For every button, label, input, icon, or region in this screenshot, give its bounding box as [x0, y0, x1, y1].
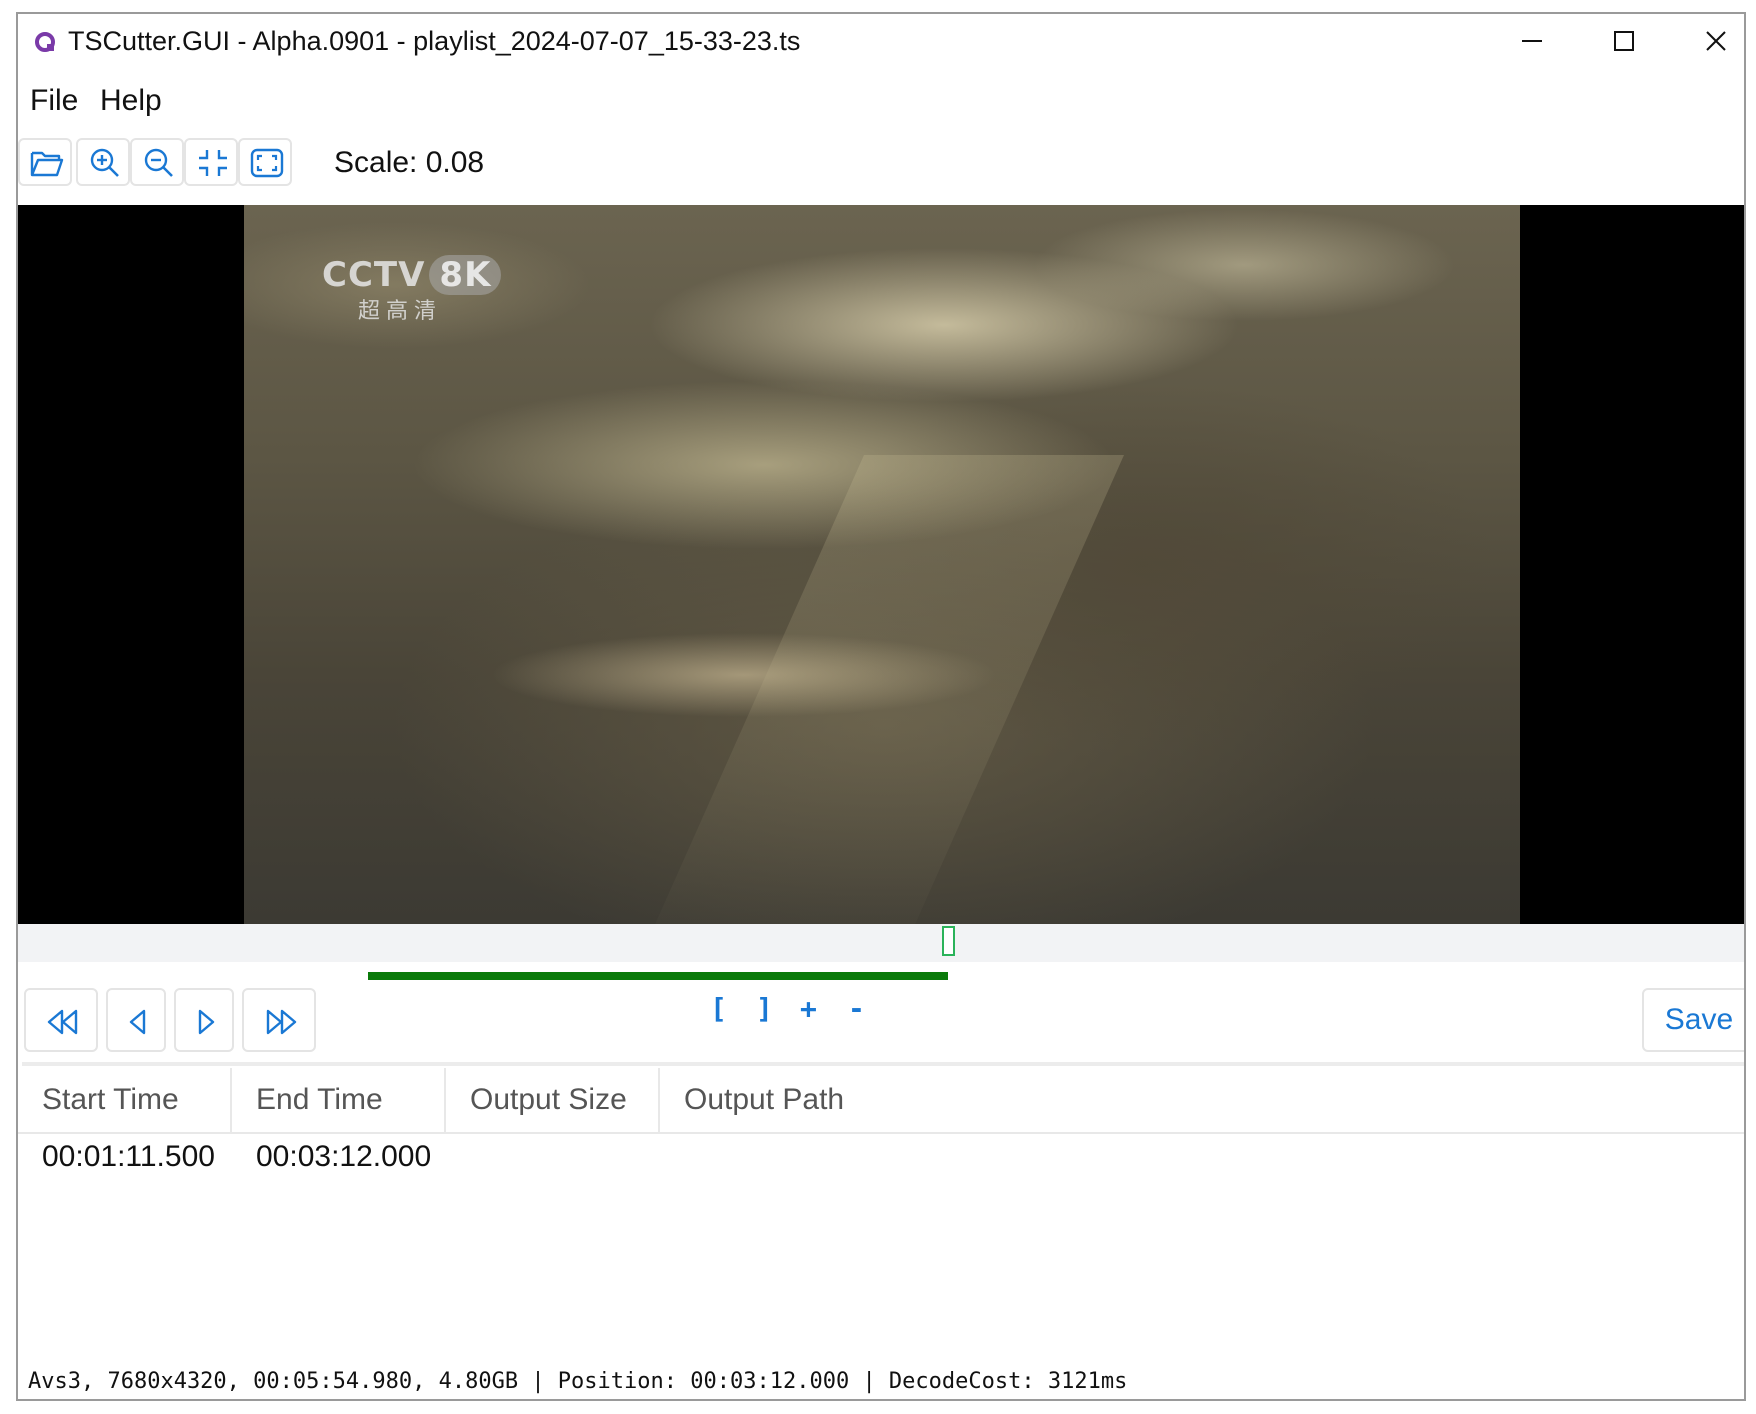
fit-to-window-button[interactable]: [184, 138, 238, 186]
app-window: TSCutter.GUI - Alpha.0901 - playlist_202…: [16, 12, 1746, 1401]
toolbar: Scale: 0.08: [18, 138, 1744, 198]
watermark-sub: 超高清: [358, 299, 443, 324]
light-ray: [632, 455, 1124, 924]
watermark-badge: 8K: [429, 255, 502, 295]
menu-help[interactable]: Help: [100, 84, 162, 118]
fast-rewind-icon: [47, 1009, 78, 1035]
maximize-button[interactable]: [1578, 14, 1670, 68]
cell-start-time: 00:01:11.500: [42, 1140, 215, 1173]
step-forward-icon: [198, 1009, 215, 1035]
close-button[interactable]: [1670, 14, 1744, 68]
step-forward-button[interactable]: [174, 988, 234, 1052]
scale-label: Scale: 0.08: [334, 146, 485, 179]
minimize-icon: [1522, 40, 1542, 42]
fullscreen-button[interactable]: [238, 138, 292, 186]
maximize-icon: [1614, 31, 1634, 51]
timeline-slider[interactable]: [18, 924, 1744, 962]
channel-watermark: CCTV 8K 超高清: [322, 255, 502, 325]
step-back-icon: [129, 1009, 146, 1035]
zoom-out-icon: [144, 148, 173, 177]
header-separator: [18, 1132, 1744, 1134]
title-bar[interactable]: TSCutter.GUI - Alpha.0901 - playlist_202…: [18, 14, 1744, 68]
fast-forward-icon: [266, 1009, 297, 1035]
status-bar: Avs3, 7680x4320, 00:05:54.980, 4.80GB | …: [28, 1369, 1128, 1394]
column-header-output-size[interactable]: Output Size: [446, 1068, 660, 1132]
column-header-output-path[interactable]: Output Path: [660, 1068, 1744, 1132]
zoom-in-button[interactable]: [76, 138, 130, 186]
timeline-playhead[interactable]: [942, 926, 956, 956]
folder-open-icon: [30, 151, 64, 177]
step-back-button[interactable]: [106, 988, 166, 1052]
zoom-out-button[interactable]: [130, 138, 184, 186]
video-preview[interactable]: CCTV 8K 超高清: [18, 205, 1744, 924]
window-title: TSCutter.GUI - Alpha.0901 - playlist_202…: [68, 26, 801, 56]
open-file-button[interactable]: [18, 138, 72, 186]
column-header-end-time[interactable]: End Time: [232, 1068, 446, 1132]
fast-rewind-button[interactable]: [24, 988, 98, 1052]
mark-start-button[interactable]: [: [710, 992, 727, 1025]
menu-file[interactable]: File: [30, 84, 78, 118]
fit-inward-icon: [199, 150, 227, 176]
video-frame: CCTV 8K 超高清: [244, 205, 1520, 924]
watermark-main: CCTV: [322, 255, 426, 295]
divider: [22, 1062, 1744, 1066]
column-header-start-time[interactable]: Start Time: [18, 1068, 232, 1132]
app-logo-icon: [34, 31, 56, 53]
fast-forward-button[interactable]: [242, 988, 316, 1052]
zoom-in-icon: [90, 148, 119, 177]
save-button[interactable]: Save: [1642, 988, 1744, 1052]
close-icon: [1706, 31, 1726, 51]
cut-segment-bar: [368, 972, 949, 980]
mark-end-button[interactable]: ]: [756, 992, 773, 1025]
cell-end-time: 00:03:12.000: [256, 1140, 432, 1173]
fullscreen-icon: [250, 148, 284, 178]
add-segment-button[interactable]: +: [800, 992, 817, 1025]
remove-segment-button[interactable]: -: [848, 992, 865, 1025]
minimize-button[interactable]: [1486, 14, 1578, 68]
